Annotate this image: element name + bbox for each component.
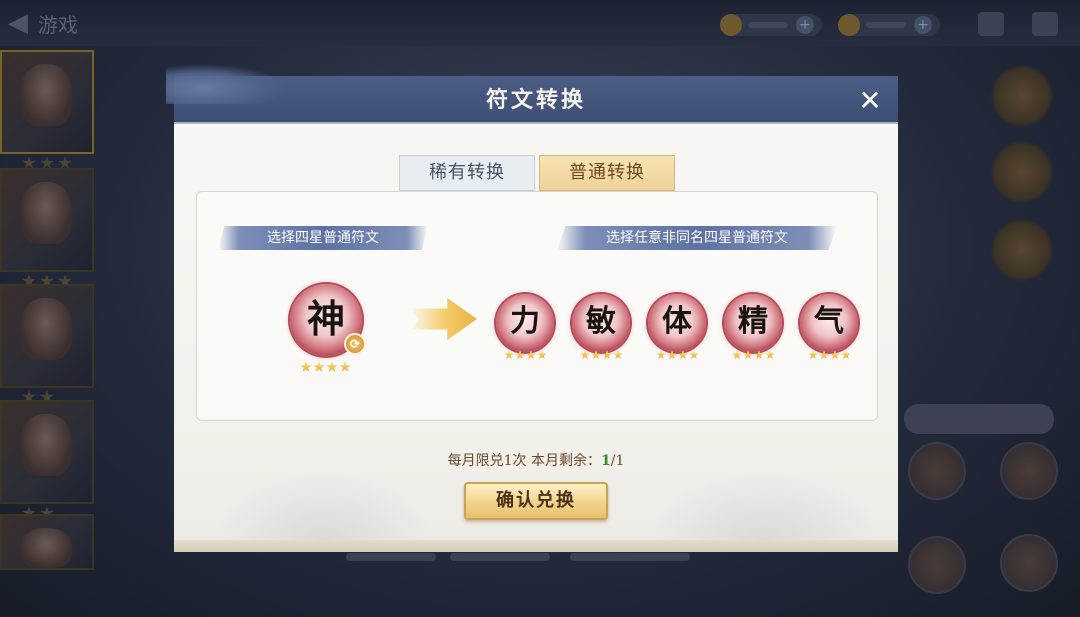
coin-icon xyxy=(838,14,860,36)
background-hero-card xyxy=(0,168,94,287)
background-top-bar: ◀ 游戏 + + xyxy=(0,0,1080,46)
limit-remaining: 1 xyxy=(600,453,611,469)
target-rune-stars xyxy=(504,350,547,360)
tab-common-convert[interactable]: 普通转换 xyxy=(539,155,675,191)
star-icon xyxy=(326,361,338,372)
target-header: 选择任意非同名四星普通符文 xyxy=(557,226,837,250)
mountain-decoration xyxy=(214,470,434,540)
background-slot-icon xyxy=(990,218,1054,282)
star-icon xyxy=(300,361,312,372)
mountain-decoration xyxy=(644,470,884,540)
background-currency-1: + xyxy=(720,14,822,36)
target-rune-stars xyxy=(656,350,699,360)
source-rune-stars xyxy=(300,361,351,373)
background-hero-card xyxy=(0,400,94,519)
rune-glyph: 气 xyxy=(814,304,844,339)
close-icon[interactable]: ✕ xyxy=(856,87,884,116)
tab-rare-convert[interactable]: 稀有转换 xyxy=(399,155,535,191)
dialog-title: 符文转换 xyxy=(485,87,586,113)
limit-prefix: 每月限兑1次 本月剩余： xyxy=(447,453,601,469)
menu-icon xyxy=(1032,12,1058,36)
target-rune-stars xyxy=(808,350,851,360)
target-rune-3[interactable]: 体 xyxy=(648,294,706,352)
limit-total: 1 xyxy=(615,453,625,469)
background-slot-icon xyxy=(990,140,1054,204)
background-portrait xyxy=(1000,442,1058,500)
rune-glyph: 体 xyxy=(662,304,692,339)
background-hero-card xyxy=(0,50,94,169)
star-icon xyxy=(313,361,325,372)
background-label-band xyxy=(904,404,1054,434)
background-hero-card xyxy=(0,514,94,570)
background-slot-icon xyxy=(990,64,1054,128)
target-rune-5[interactable]: 气 xyxy=(800,294,858,352)
back-arrow-icon: ◀ xyxy=(8,8,28,38)
rune-glyph: 精 xyxy=(738,304,768,339)
rune-glyph: 力 xyxy=(510,304,540,339)
monthly-limit-text: 每月限兑1次 本月剩余：1/1 xyxy=(174,450,898,470)
target-rune-1[interactable]: 力 xyxy=(496,294,554,352)
coin-icon xyxy=(720,14,742,36)
rune-convert-dialog: 符文转换 ✕ 稀有转换 普通转换 选择四星普通符文 选择任意非同名四星普通符文 … xyxy=(166,64,898,552)
chat-icon xyxy=(978,12,1004,36)
background-portrait xyxy=(908,536,966,594)
plus-icon: + xyxy=(796,16,814,34)
background-currency-2: + xyxy=(838,14,940,36)
background-portrait xyxy=(1000,534,1058,592)
confirm-exchange-button[interactable]: 确认兑换 xyxy=(464,482,608,520)
plus-icon: + xyxy=(914,16,932,34)
target-rune-2[interactable]: 敏 xyxy=(572,294,630,352)
target-rune-stars xyxy=(732,350,775,360)
target-rune-stars xyxy=(580,350,623,360)
rune-glyph: 敏 xyxy=(586,304,616,339)
target-rune-4[interactable]: 精 xyxy=(724,294,782,352)
dialog-header: 符文转换 ✕ xyxy=(166,64,898,124)
background-hero-card xyxy=(0,284,94,403)
dialog-bottom-bar xyxy=(174,540,898,552)
background-back-label: 游戏 xyxy=(38,12,78,37)
swap-icon[interactable]: ⟳ xyxy=(344,333,366,355)
background-back-button: ◀ 游戏 xyxy=(8,8,118,38)
source-header: 选择四星普通符文 xyxy=(218,226,428,250)
star-icon xyxy=(339,361,351,372)
background-portrait xyxy=(908,442,966,500)
